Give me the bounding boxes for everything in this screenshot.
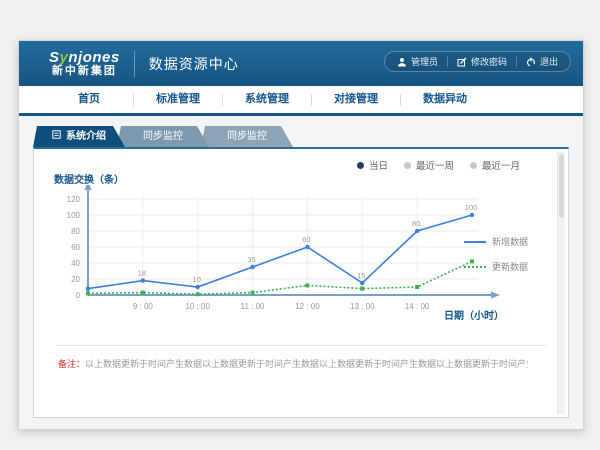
logo-text-cn: 新中新集团: [49, 66, 120, 78]
app-window: Synjones 新中新集团 数据资源中心 管理员 修改密码: [18, 40, 584, 430]
radio-last-week[interactable]: 最近一周: [404, 158, 454, 172]
svg-text:12 : 00: 12 : 00: [295, 302, 320, 311]
svg-text:10 : 00: 10 : 00: [185, 302, 210, 311]
line-chart: 0 20 40 60 80 100 120 9 : 00 10 : 00 11 : 00 12 : …: [40, 185, 518, 327]
legend-line-dotted-icon: [464, 266, 486, 268]
main-nav: 首页 标准管理 系统管理 对接管理 数据异动: [19, 86, 583, 116]
legend-line-solid-icon: [464, 241, 486, 243]
svg-text:80: 80: [412, 219, 420, 228]
legend-item-new-data[interactable]: 新增数据: [464, 235, 528, 248]
nav-item-data-change[interactable]: 数据异动: [401, 86, 489, 113]
logo-text-en: Synjones: [49, 50, 120, 66]
svg-text:14 : 00: 14 : 00: [405, 302, 430, 311]
svg-text:40: 40: [71, 259, 80, 268]
tab-label: 系统介绍: [66, 126, 106, 147]
svg-text:35: 35: [247, 255, 255, 264]
footnote: 备注：以上数据更新于时间产生数据以上数据更新于时间产生数据以上数据更新于时间产生…: [58, 357, 528, 370]
edit-icon: [457, 57, 467, 67]
radio-unselected-icon: [470, 162, 477, 169]
user-toolbar: 管理员 修改密码 退出: [384, 51, 571, 72]
logout-icon: [526, 57, 536, 67]
logo-en-rest: njones: [68, 49, 119, 66]
x-axis-title: 日期（小时）: [444, 307, 504, 322]
panel-scrollbar[interactable]: [557, 152, 565, 414]
change-password-label: 修改密码: [471, 55, 507, 68]
svg-text:10: 10: [193, 275, 201, 284]
svg-text:100: 100: [465, 203, 478, 212]
nav-item-connect-mgmt[interactable]: 对接管理: [312, 86, 400, 113]
svg-text:60: 60: [71, 243, 80, 252]
tab-bar: 系统介绍 同步监控 同步监控: [19, 116, 583, 147]
svg-text:0: 0: [76, 291, 81, 300]
legend-label: 更新数据: [492, 260, 528, 273]
y-axis-title: 数据交换（条）: [54, 171, 124, 186]
note-divider: [56, 345, 546, 346]
scrollbar-thumb[interactable]: [559, 154, 564, 218]
legend-item-update-data[interactable]: 更新数据: [464, 260, 528, 273]
nav-item-home[interactable]: 首页: [45, 86, 133, 113]
footnote-text: 以上数据更新于时间产生数据以上数据更新于时间产生数据以上数据更新于时间产生数据以…: [85, 359, 528, 369]
user-name: 管理员: [411, 55, 438, 68]
svg-text:15: 15: [357, 271, 365, 280]
header-divider: [134, 51, 135, 77]
userbar-separator: [447, 56, 448, 67]
tab-system-intro[interactable]: 系统介绍: [33, 126, 125, 147]
svg-text:13 : 00: 13 : 00: [350, 302, 375, 311]
radio-unselected-icon: [404, 162, 411, 169]
chart-legend: 新增数据 更新数据: [464, 235, 528, 273]
chart-panel: 当日 最近一周 最近一月 数据交换（条） 0 20 40 60 80 100 120 9 : …: [33, 147, 569, 418]
user-icon: [397, 57, 407, 67]
radio-last-month[interactable]: 最近一月: [470, 158, 520, 172]
svg-text:9 : 00: 9 : 00: [133, 302, 154, 311]
svg-text:60: 60: [302, 235, 310, 244]
tab-sync-monitor-2[interactable]: 同步监控: [201, 126, 293, 147]
userbar-separator: [516, 56, 517, 67]
tab-sync-monitor-1[interactable]: 同步监控: [117, 126, 209, 147]
content-area: 系统介绍 同步监控 同步监控 当日 最近一周: [19, 116, 583, 429]
svg-text:100: 100: [67, 211, 81, 220]
svg-text:120: 120: [67, 195, 81, 204]
page: Synjones 新中新集团 数据资源中心 管理员 修改密码: [0, 0, 600, 450]
user-menu[interactable]: 管理员: [397, 55, 438, 68]
svg-text:11 : 00: 11 : 00: [241, 302, 265, 311]
radio-label: 最近一周: [416, 158, 454, 172]
footnote-prefix: 备注：: [58, 359, 85, 369]
legend-label: 新增数据: [492, 235, 528, 248]
radio-today[interactable]: 当日: [357, 158, 388, 172]
tab-label: 同步监控: [227, 126, 267, 147]
time-range-filter: 当日 最近一周 最近一月: [357, 158, 520, 172]
svg-text:20: 20: [71, 275, 80, 284]
logo: Synjones 新中新集团: [49, 50, 120, 77]
radio-label: 最近一月: [482, 158, 520, 172]
nav-item-standard-mgmt[interactable]: 标准管理: [134, 86, 222, 113]
document-icon: [52, 126, 61, 147]
nav-item-system-mgmt[interactable]: 系统管理: [223, 86, 311, 113]
radio-selected-icon: [357, 162, 364, 169]
page-title: 数据资源中心: [149, 54, 239, 74]
app-header: Synjones 新中新集团 数据资源中心 管理员 修改密码: [19, 41, 583, 86]
svg-text:18: 18: [138, 269, 146, 278]
change-password-button[interactable]: 修改密码: [457, 55, 507, 68]
logout-label: 退出: [540, 55, 558, 68]
logout-button[interactable]: 退出: [526, 55, 558, 68]
radio-label: 当日: [369, 158, 388, 172]
svg-text:80: 80: [71, 227, 80, 236]
tab-label: 同步监控: [143, 126, 183, 147]
